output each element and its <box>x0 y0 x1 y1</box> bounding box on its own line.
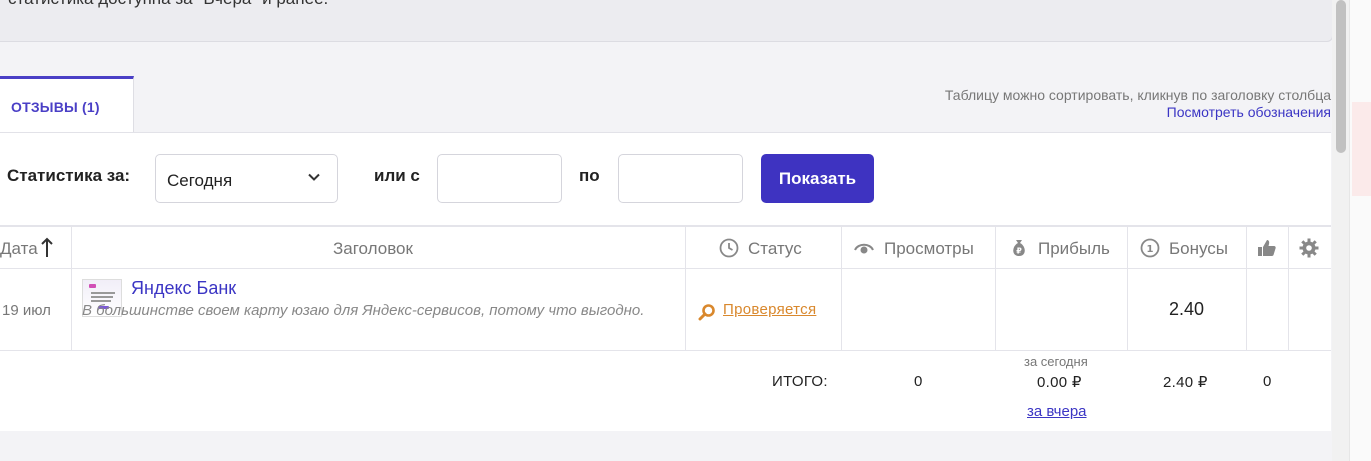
chevron-down-icon <box>308 173 320 181</box>
review-title-link[interactable]: Яндекс Банк <box>131 278 236 299</box>
stats-table: Дата Заголовок Статус Просмотры ₽ Прибыл… <box>0 225 1331 354</box>
cell-profit <box>996 269 1128 351</box>
date-to-input[interactable] <box>618 154 743 203</box>
table-hint: Таблицу можно сортировать, кликнув по за… <box>945 87 1331 121</box>
gear-icon[interactable] <box>1299 238 1319 258</box>
date-from-input[interactable] <box>437 154 562 203</box>
row-bonuses: 2.40 <box>1169 299 1205 319</box>
period-label: Статистика за: <box>7 166 131 185</box>
coin-icon: 1 <box>1140 238 1160 258</box>
totals-likes: 0 <box>1263 373 1272 390</box>
col-header-bonuses[interactable]: 1 Бонусы <box>1128 227 1247 269</box>
yesterday-link[interactable]: за вчера <box>1027 403 1087 420</box>
magnifier-icon <box>698 304 715 321</box>
cell-likes <box>1247 269 1289 351</box>
review-description: В большинстве своем карту юзаю для Яндек… <box>82 302 645 319</box>
money-bag-icon: ₽ <box>1013 240 1025 256</box>
period-select[interactable]: Сегодня <box>155 154 338 203</box>
totals-row: ИТОГО: 0 за сегодня 0.00 ₽ за вчера 2.40… <box>0 352 1331 432</box>
show-button[interactable]: Показать <box>761 154 874 203</box>
col-header-profit[interactable]: ₽ Прибыль <box>996 227 1128 269</box>
sort-asc-icon <box>41 237 53 257</box>
scrollbar-thumb[interactable] <box>1336 0 1346 153</box>
cell-settings <box>1289 269 1331 351</box>
svg-text:1: 1 <box>1147 244 1154 255</box>
clock-icon <box>719 238 739 258</box>
date-to-label: по <box>579 166 600 185</box>
tab-reviews[interactable]: ОТЗЫВЫ (1) <box>0 76 134 132</box>
col-header-status[interactable]: Статус <box>686 227 842 269</box>
sort-hint-text: Таблицу можно сортировать, кликнув по за… <box>944 87 1331 103</box>
notice-text: статистика доступна за "Вчера" и ранее. <box>8 0 328 9</box>
info-notice: статистика доступна за "Вчера" и ранее. <box>0 0 1333 42</box>
eye-icon <box>854 243 874 254</box>
col-header-date[interactable]: Дата <box>0 227 72 269</box>
date-from-label: или с <box>374 166 420 185</box>
totals-bonuses: 2.40 ₽ <box>1163 374 1208 391</box>
totals-label: ИТОГО: <box>772 373 828 390</box>
cell-views <box>842 269 996 351</box>
stats-panel: Статистика за: Сегодня или с по Показать… <box>0 132 1331 431</box>
col-header-date-label: Дата <box>0 239 38 258</box>
cell-date: 19 июл <box>0 269 72 351</box>
col-header-title[interactable]: Заголовок <box>72 227 686 269</box>
totals-profit-caption: за сегодня <box>1024 354 1088 369</box>
side-strip <box>1349 0 1371 461</box>
col-header-profit-label: Прибыль <box>1038 239 1110 258</box>
col-header-views-label: Просмотры <box>884 239 974 258</box>
svg-text:₽: ₽ <box>1016 247 1022 256</box>
side-alert-strip <box>1352 102 1371 196</box>
tab-reviews-label: ОТЗЫВЫ (1) <box>11 99 100 115</box>
period-select-value: Сегодня <box>167 171 233 190</box>
col-header-status-label: Статус <box>748 239 802 258</box>
col-header-views[interactable]: Просмотры <box>842 227 996 269</box>
row-date: 19 июл <box>2 302 51 319</box>
col-header-settings[interactable] <box>1289 227 1331 269</box>
totals-views: 0 <box>914 373 923 390</box>
status-link[interactable]: Проверяется <box>723 301 816 318</box>
legend-link[interactable]: Посмотреть обозначения <box>945 104 1331 121</box>
totals-profit: 0.00 ₽ <box>1037 374 1082 391</box>
thumbs-up-icon <box>1258 240 1276 256</box>
col-header-likes[interactable] <box>1247 227 1289 269</box>
col-header-title-label: Заголовок <box>333 239 413 258</box>
col-header-bonuses-label: Бонусы <box>1169 239 1229 258</box>
